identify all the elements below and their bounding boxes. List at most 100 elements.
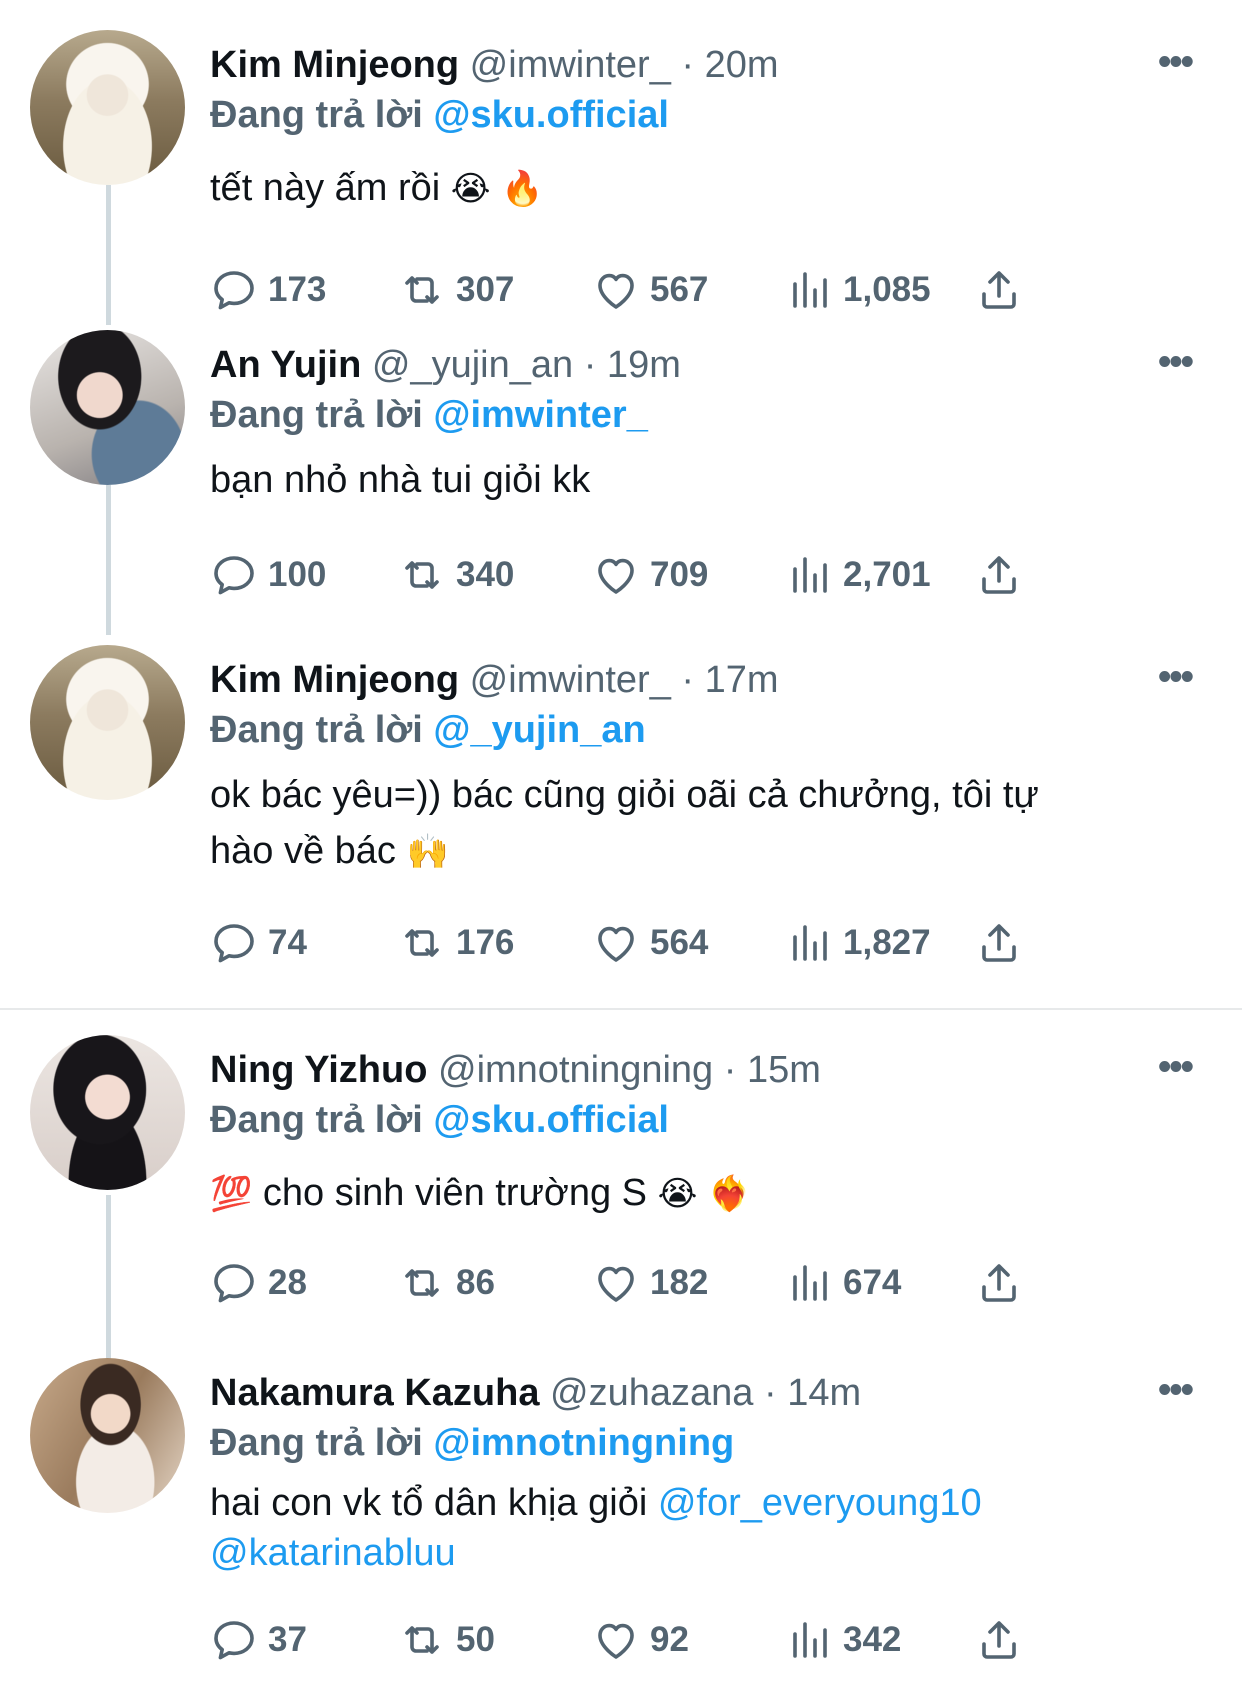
share-button[interactable] bbox=[975, 545, 1023, 605]
retweet-button[interactable]: 340 bbox=[398, 545, 514, 605]
user-handle[interactable]: @zuhazana bbox=[550, 1372, 753, 1414]
reply-prefix: Đang trả lời bbox=[210, 394, 423, 436]
more-dots-icon[interactable]: ••• bbox=[1158, 1368, 1194, 1412]
retweet-button[interactable]: 176 bbox=[398, 913, 514, 973]
more-dots-icon[interactable]: ••• bbox=[1158, 340, 1194, 384]
reply-to-link[interactable]: @imnotningning bbox=[433, 1422, 734, 1464]
tweet-text-content: hai con vk tổ dân khịa giỏi bbox=[210, 1482, 648, 1524]
emoji-group: 😭 ❤️‍🔥 bbox=[657, 1174, 751, 1214]
views-count: 2,701 bbox=[843, 555, 931, 594]
thread-divider bbox=[0, 1008, 1242, 1010]
retweet-count: 307 bbox=[456, 270, 515, 309]
heart-icon bbox=[598, 926, 634, 962]
timestamp[interactable]: · 15m bbox=[724, 1049, 821, 1091]
tweet-text: tết này ấm rồi 😭 🔥 bbox=[210, 160, 1170, 217]
tweet-header: Nakamura Kazuha @zuhazana · 14m bbox=[210, 1368, 861, 1418]
display-name[interactable]: Ning Yizhuo bbox=[210, 1049, 427, 1091]
timestamp[interactable]: · 20m bbox=[681, 44, 778, 86]
retweet-count: 86 bbox=[456, 1263, 495, 1302]
retweet-button[interactable]: 50 bbox=[398, 1610, 495, 1670]
hundred-points-emoji: 💯 bbox=[210, 1174, 253, 1214]
reply-button[interactable]: 173 bbox=[210, 260, 326, 320]
timestamp[interactable]: · 17m bbox=[681, 659, 778, 701]
share-icon bbox=[982, 924, 1016, 962]
user-handle[interactable]: @imwinter_ bbox=[470, 659, 671, 701]
tweet-text: 💯 cho sinh viên trường S 😭 ❤️‍🔥 bbox=[210, 1165, 1170, 1222]
like-count: 182 bbox=[650, 1263, 709, 1302]
views-button[interactable]: 1,827 bbox=[785, 913, 931, 973]
display-name[interactable]: Kim Minjeong bbox=[210, 44, 459, 86]
reply-to-link[interactable]: @imwinter_ bbox=[433, 394, 647, 436]
reply-count: 100 bbox=[268, 555, 327, 594]
heart-icon bbox=[598, 273, 634, 309]
views-button[interactable]: 674 bbox=[785, 1253, 901, 1313]
retweet-count: 340 bbox=[456, 555, 515, 594]
reply-count: 173 bbox=[268, 270, 327, 309]
emoji-group: 😭 🔥 bbox=[450, 169, 544, 209]
retweet-icon bbox=[405, 276, 439, 304]
tweet-actions: 100 340 709 2,701 bbox=[210, 545, 1110, 605]
retweet-count: 176 bbox=[456, 923, 515, 962]
more-dots-icon[interactable]: ••• bbox=[1158, 40, 1194, 84]
like-button[interactable]: 182 bbox=[592, 1253, 708, 1313]
reply-to-link[interactable]: @sku.official bbox=[433, 1099, 669, 1141]
share-button[interactable] bbox=[975, 913, 1023, 973]
reply-context: Đang trả lời @sku.official bbox=[210, 90, 669, 140]
mention-link[interactable]: @katarinabluu bbox=[210, 1532, 456, 1574]
reply-prefix: Đang trả lời bbox=[210, 94, 423, 136]
reply-to-link[interactable]: @sku.official bbox=[433, 94, 669, 136]
like-button[interactable]: 564 bbox=[592, 913, 708, 973]
like-button[interactable]: 92 bbox=[592, 1610, 689, 1670]
reply-button[interactable]: 28 bbox=[210, 1253, 307, 1313]
reply-button[interactable]: 74 bbox=[210, 913, 307, 973]
retweet-button[interactable]: 307 bbox=[398, 260, 514, 320]
reply-count: 28 bbox=[268, 1263, 307, 1302]
retweet-icon bbox=[405, 929, 439, 957]
share-button[interactable] bbox=[975, 260, 1023, 320]
timestamp[interactable]: · 14m bbox=[764, 1372, 861, 1414]
display-name[interactable]: Kim Minjeong bbox=[210, 659, 459, 701]
avatar[interactable] bbox=[30, 330, 185, 485]
views-count: 674 bbox=[843, 1263, 902, 1302]
tweet-header: Kim Minjeong @imwinter_ · 20m bbox=[210, 40, 779, 90]
views-button[interactable]: 342 bbox=[785, 1610, 901, 1670]
avatar[interactable] bbox=[30, 645, 185, 800]
display-name[interactable]: Nakamura Kazuha bbox=[210, 1372, 539, 1414]
share-button[interactable] bbox=[975, 1610, 1023, 1670]
heart-icon bbox=[598, 1623, 634, 1659]
retweet-count: 50 bbox=[456, 1620, 495, 1659]
retweet-icon bbox=[405, 1269, 439, 1297]
reply-to-link[interactable]: @_yujin_an bbox=[433, 709, 645, 751]
views-count: 342 bbox=[843, 1620, 902, 1659]
user-handle[interactable]: @imnotningning bbox=[438, 1049, 713, 1091]
tweet-text: hai con vk tổ dân khịa giỏi @for_everyou… bbox=[210, 1478, 1170, 1578]
tweet-actions: 74 176 564 1,827 bbox=[210, 913, 1110, 973]
views-button[interactable]: 1,085 bbox=[785, 260, 931, 320]
tweet-text-line: hai con vk tổ dân khịa giỏi @for_everyou… bbox=[210, 1478, 1170, 1528]
more-dots-icon[interactable]: ••• bbox=[1158, 655, 1194, 699]
reply-button[interactable]: 37 bbox=[210, 1610, 307, 1670]
like-button[interactable]: 709 bbox=[592, 545, 708, 605]
share-button[interactable] bbox=[975, 1253, 1023, 1313]
user-handle[interactable]: @imwinter_ bbox=[470, 44, 671, 86]
reply-button[interactable]: 100 bbox=[210, 545, 326, 605]
retweet-button[interactable]: 86 bbox=[398, 1253, 495, 1313]
like-count: 567 bbox=[650, 270, 709, 309]
tweet-header: Kim Minjeong @imwinter_ · 17m bbox=[210, 655, 779, 705]
display-name[interactable]: An Yujin bbox=[210, 344, 361, 386]
reply-context: Đang trả lời @imwinter_ bbox=[210, 390, 648, 440]
tweet-text: bạn nhỏ nhà tui giỏi kk bbox=[210, 452, 1170, 508]
tweet-actions: 37 50 92 342 bbox=[210, 1610, 1110, 1670]
views-chart-icon bbox=[793, 925, 827, 961]
views-count: 1,085 bbox=[843, 270, 931, 309]
timestamp[interactable]: · 19m bbox=[584, 344, 681, 386]
avatar[interactable] bbox=[30, 1035, 185, 1190]
avatar[interactable] bbox=[30, 30, 185, 185]
avatar[interactable] bbox=[30, 1358, 185, 1513]
like-button[interactable]: 567 bbox=[592, 260, 708, 320]
views-button[interactable]: 2,701 bbox=[785, 545, 931, 605]
heart-icon bbox=[598, 1266, 634, 1302]
more-dots-icon[interactable]: ••• bbox=[1158, 1045, 1194, 1089]
user-handle[interactable]: @_yujin_an bbox=[372, 344, 573, 386]
mention-link[interactable]: @for_everyoung10 bbox=[658, 1482, 982, 1524]
